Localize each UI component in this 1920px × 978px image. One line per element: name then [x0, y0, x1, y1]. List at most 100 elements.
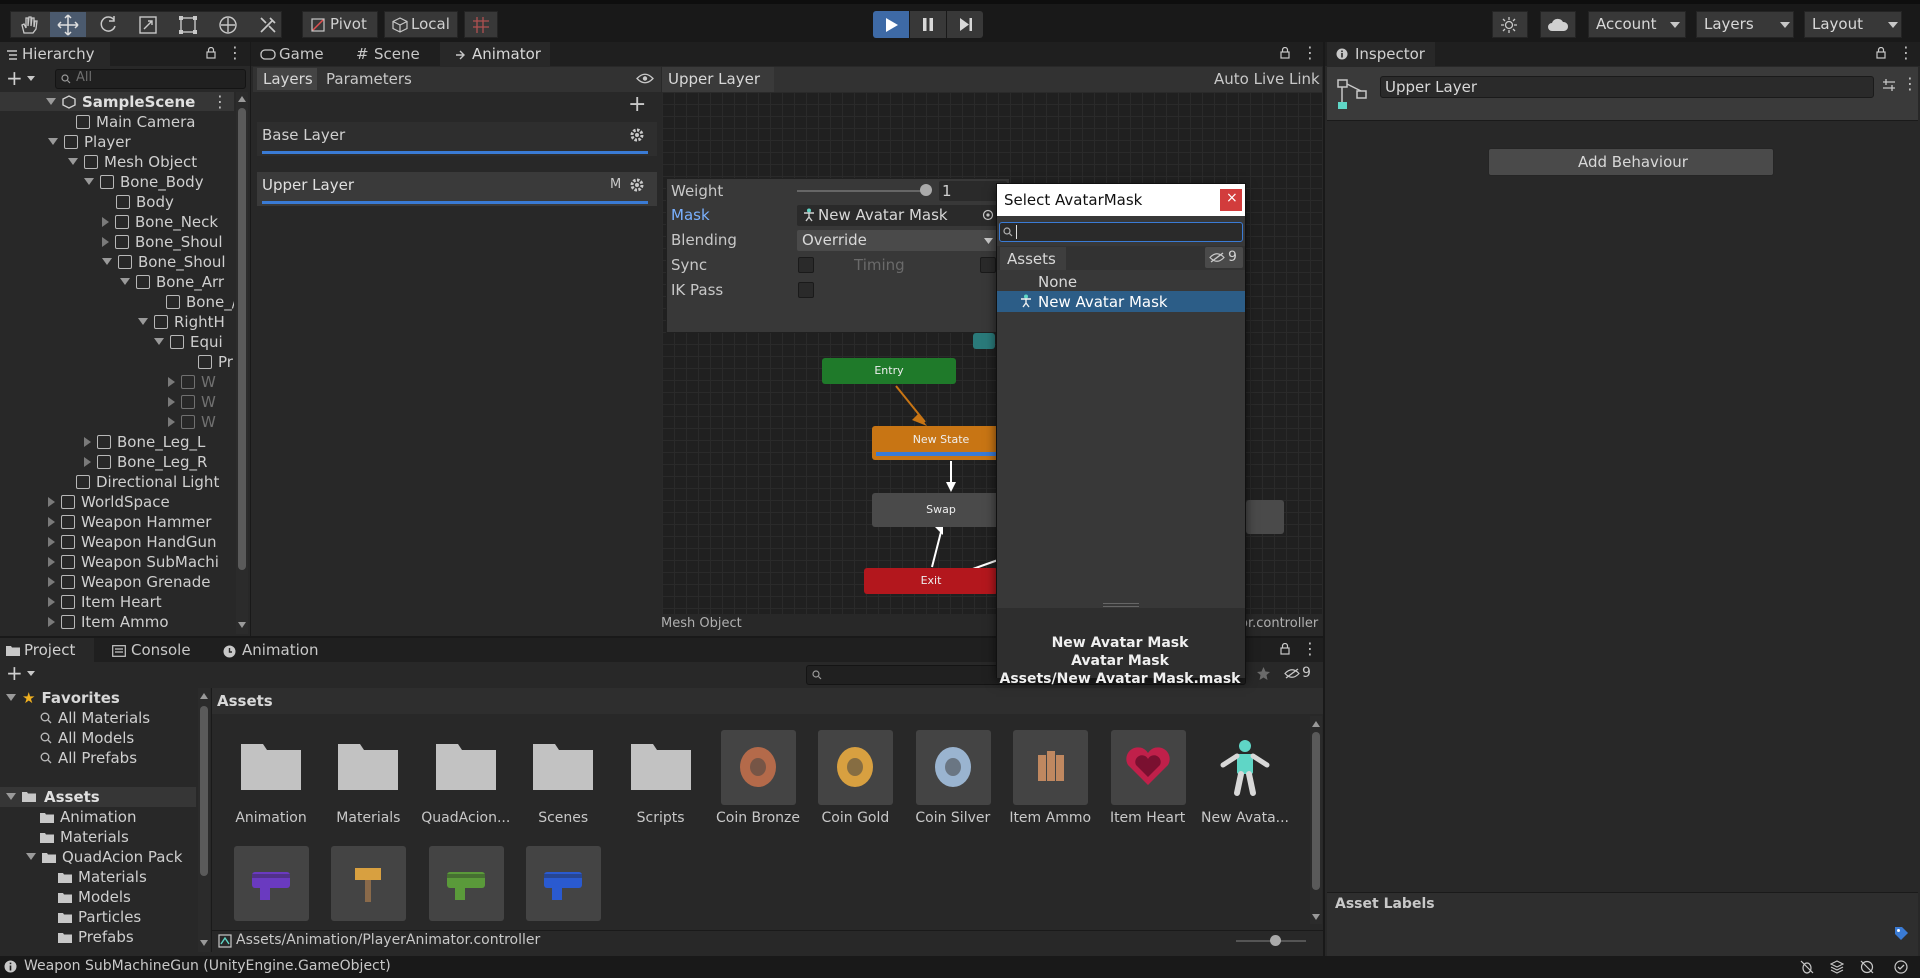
expand-triangle-icon[interactable]	[138, 318, 148, 325]
more-menu-icon[interactable]: ⋮	[1902, 74, 1918, 93]
rect-tool-icon[interactable]	[178, 15, 198, 35]
move-tool-icon[interactable]	[57, 14, 79, 36]
collapsed-triangle-icon[interactable]	[48, 557, 55, 567]
assets-tree-item[interactable]: Particles	[58, 907, 141, 927]
create-plus-icon[interactable]: +	[6, 661, 23, 685]
expand-triangle-icon[interactable]	[46, 98, 56, 105]
status-message[interactable]: Weapon SubMachineGun (UnityEngine.GameOb…	[24, 958, 391, 974]
hierarchy-item[interactable]: Mesh Object	[68, 152, 234, 172]
expand-triangle-icon[interactable]	[48, 138, 58, 145]
collapsed-triangle-icon[interactable]	[168, 417, 175, 427]
lock-icon[interactable]	[206, 47, 216, 59]
scene-menu-icon[interactable]: ⋮	[212, 92, 228, 111]
hierarchy-item[interactable]: Pr	[198, 352, 234, 372]
scroll-up-icon[interactable]	[1312, 721, 1320, 727]
favorites-header[interactable]: ★ Favorites	[6, 688, 120, 708]
expand-triangle-icon[interactable]	[26, 853, 36, 860]
picker-item-none[interactable]: None	[1038, 272, 1077, 292]
hidden-state-node[interactable]	[1246, 500, 1284, 534]
hierarchy-item[interactable]: Bone_Leg_L	[84, 432, 234, 452]
hierarchy-item[interactable]: Body	[116, 192, 234, 212]
scale-tool-icon[interactable]	[138, 15, 158, 35]
check-icon[interactable]	[1894, 960, 1908, 974]
hierarchy-item[interactable]: W	[168, 412, 234, 432]
collapsed-triangle-icon[interactable]	[48, 597, 55, 607]
hierarchy-item[interactable]: W	[168, 392, 234, 412]
stack-icon[interactable]	[1830, 960, 1844, 974]
favorite-item[interactable]: All Models	[40, 728, 134, 748]
create-plus-icon[interactable]: +	[6, 66, 23, 90]
more-menu-icon[interactable]: ⋮	[1898, 43, 1914, 62]
rotate-tool-icon[interactable]	[98, 15, 118, 35]
hierarchy-item[interactable]: Bone_Arr	[120, 272, 234, 292]
collapsed-triangle-icon[interactable]	[48, 617, 55, 627]
expand-triangle-icon[interactable]	[84, 178, 94, 185]
picker-splitter[interactable]	[1103, 603, 1139, 607]
collapsed-triangle-icon[interactable]	[48, 517, 55, 527]
swap-node[interactable]: Swap	[872, 493, 1010, 527]
hierarchy-item[interactable]: WorldSpace	[48, 492, 234, 512]
bug-icon[interactable]	[1800, 960, 1814, 974]
favorite-item[interactable]: All Prefabs	[40, 748, 137, 768]
expand-triangle-icon[interactable]	[68, 158, 78, 165]
hierarchy-item[interactable]: Weapon Grenade	[48, 572, 234, 592]
hierarchy-item[interactable]: Item Ammo	[48, 612, 234, 632]
hierarchy-item[interactable]: W	[168, 372, 234, 392]
scroll-down-icon[interactable]	[238, 622, 246, 628]
add-layer-plus-icon[interactable]: +	[628, 92, 646, 117]
hierarchy-item[interactable]: RightH	[138, 312, 234, 332]
hierarchy-item[interactable]: Bone_Shoul	[102, 252, 234, 272]
grid-scroll-thumb[interactable]	[1312, 732, 1320, 890]
expand-triangle-icon[interactable]	[102, 258, 112, 265]
cache-icon[interactable]	[1860, 960, 1874, 974]
hierarchy-item[interactable]: Bone_/	[166, 292, 234, 312]
expand-triangle-icon[interactable]	[154, 338, 164, 345]
lock-icon[interactable]	[1280, 643, 1290, 655]
picker-search-input[interactable]	[999, 222, 1243, 242]
collapsed-triangle-icon[interactable]	[48, 577, 55, 587]
collapsed-triangle-icon[interactable]	[102, 237, 109, 247]
scroll-down-icon[interactable]	[1312, 914, 1320, 920]
any-state-node[interactable]	[973, 333, 995, 349]
more-menu-icon[interactable]: ⋮	[1302, 43, 1318, 62]
tree-scroll-thumb[interactable]	[200, 706, 208, 876]
hierarchy-item[interactable]: Equi	[154, 332, 234, 352]
hierarchy-item[interactable]: Bone_Neck	[102, 212, 234, 232]
assets-tree-item[interactable]: Animation	[40, 807, 136, 827]
hierarchy-item[interactable]: Weapon SubMachi	[48, 552, 234, 572]
entry-node[interactable]: Entry	[822, 358, 956, 384]
collapsed-triangle-icon[interactable]	[168, 397, 175, 407]
object-picker-icon[interactable]	[982, 209, 994, 221]
collapsed-triangle-icon[interactable]	[84, 457, 91, 467]
hierarchy-item[interactable]: Bone_Shoul	[102, 232, 234, 252]
more-menu-icon[interactable]: ⋮	[227, 43, 243, 62]
collapsed-triangle-icon[interactable]	[48, 537, 55, 547]
eye-hidden-icon[interactable]	[1284, 668, 1300, 679]
hierarchy-item[interactable]: Main Camera	[76, 112, 234, 132]
hierarchy-item[interactable]: Bone_Body	[84, 172, 234, 192]
sync-checkbox[interactable]	[798, 257, 814, 273]
expand-triangle-icon[interactable]	[6, 694, 16, 701]
hand-tool-icon[interactable]	[18, 15, 40, 35]
hierarchy-item[interactable]: Item Heart	[48, 592, 234, 612]
scroll-up-icon[interactable]	[200, 693, 208, 699]
assets-tree-item[interactable]: QuadAcion Pack	[26, 847, 182, 867]
zoom-slider-thumb[interactable]	[1270, 935, 1281, 946]
more-menu-icon[interactable]: ⋮	[1302, 639, 1318, 658]
expand-triangle-icon[interactable]	[6, 793, 16, 800]
gear-icon[interactable]	[629, 127, 645, 143]
lock-icon[interactable]	[1876, 47, 1886, 59]
collapsed-triangle-icon[interactable]	[84, 437, 91, 447]
scroll-down-icon[interactable]	[200, 940, 208, 946]
hierarchy-item[interactable]: Bone_Leg_R	[84, 452, 234, 472]
grid-breadcrumb[interactable]: Assets	[217, 692, 273, 710]
transform-tool-icon[interactable]	[218, 15, 238, 35]
collapsed-triangle-icon[interactable]	[48, 497, 55, 507]
assets-tree-item[interactable]: Prefabs	[58, 927, 134, 947]
assets-tree-item[interactable]: Materials	[40, 827, 129, 847]
timing-checkbox[interactable]	[980, 257, 996, 273]
exit-node[interactable]: Exit	[864, 568, 998, 594]
layout-icon[interactable]	[1882, 78, 1896, 92]
collapsed-triangle-icon[interactable]	[102, 217, 109, 227]
favorite-item[interactable]: All Materials	[40, 708, 150, 728]
